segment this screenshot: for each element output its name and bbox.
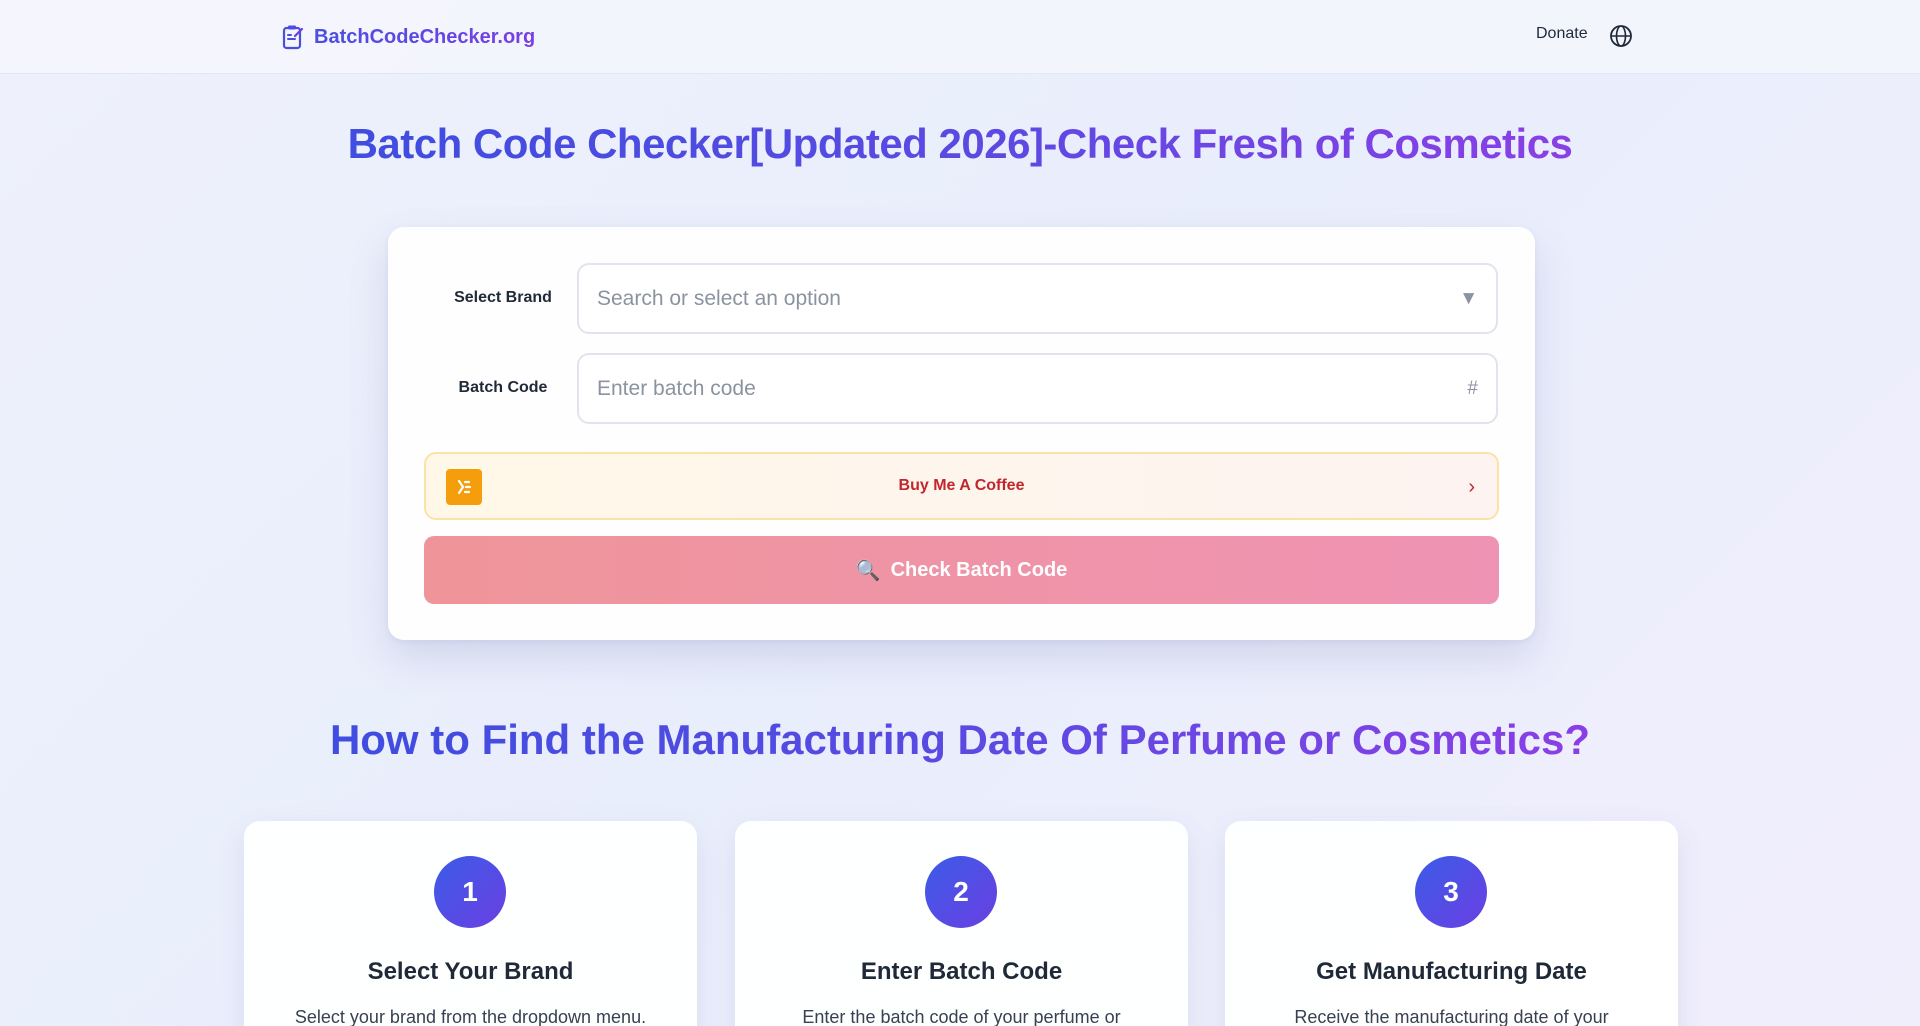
step-card: 2 Enter Batch Code Enter the batch code … — [735, 821, 1188, 1026]
batch-check-form-card: Select Brand ▼ Batch Code # Buy Me A Cof… — [388, 227, 1535, 640]
chevron-right-icon: › — [1468, 476, 1475, 498]
site-logo-link[interactable]: BatchCodeChecker.org — [282, 20, 535, 54]
clipboard-icon — [282, 25, 304, 50]
buy-me-a-coffee-button[interactable]: Buy Me A Coffee › — [424, 452, 1499, 520]
step-number-badge: 2 — [925, 856, 997, 928]
check-batch-code-button[interactable]: 🔍 Check Batch Code — [424, 536, 1499, 604]
step-description: Select your brand from the dropdown menu… — [294, 1007, 647, 1026]
check-batch-code-label: Check Batch Code — [890, 558, 1068, 581]
donate-link[interactable]: Donate — [1536, 25, 1588, 43]
dropdown-arrow-icon[interactable]: ▼ — [1459, 288, 1478, 310]
search-icon: 🔍 — [855, 559, 881, 582]
batch-code-label: Batch Code — [458, 379, 548, 396]
hash-icon: # — [1467, 377, 1478, 399]
coffee-label: Buy Me A Coffee — [898, 477, 1025, 494]
step-number-badge: 3 — [1415, 856, 1487, 928]
site-header: BatchCodeChecker.org Donate — [0, 0, 1920, 74]
howto-heading: How to Find the Manufacturing Date Of Pe… — [0, 716, 1920, 764]
step-card: 1 Select Your Brand Select your brand fr… — [244, 821, 697, 1026]
step-description: Receive the manufacturing date of your — [1294, 1007, 1609, 1026]
page-title: Batch Code Checker[Updated 2026]-Check F… — [0, 120, 1920, 168]
select-brand-label: Select Brand — [454, 289, 552, 306]
step-description: Enter the batch code of your perfume or — [802, 1007, 1121, 1026]
page-title-text: Batch Code Checker[Updated 2026]-Check F… — [347, 120, 1573, 167]
site-brand-name: BatchCodeChecker.org — [314, 25, 536, 48]
brand-select[interactable]: ▼ — [577, 263, 1498, 334]
batch-code-field[interactable]: # — [577, 353, 1498, 424]
step-title: Select Your Brand — [367, 958, 574, 985]
globe-icon[interactable] — [1608, 23, 1634, 49]
batch-code-input[interactable] — [597, 376, 1468, 401]
step-number-badge: 1 — [434, 856, 506, 928]
howto-heading-text: How to Find the Manufacturing Date Of Pe… — [329, 716, 1591, 763]
step-card: 3 Get Manufacturing Date Receive the man… — [1225, 821, 1678, 1026]
step-title: Get Manufacturing Date — [1316, 958, 1587, 985]
step-title: Enter Batch Code — [860, 958, 1063, 985]
brand-search-input[interactable] — [597, 286, 1460, 311]
